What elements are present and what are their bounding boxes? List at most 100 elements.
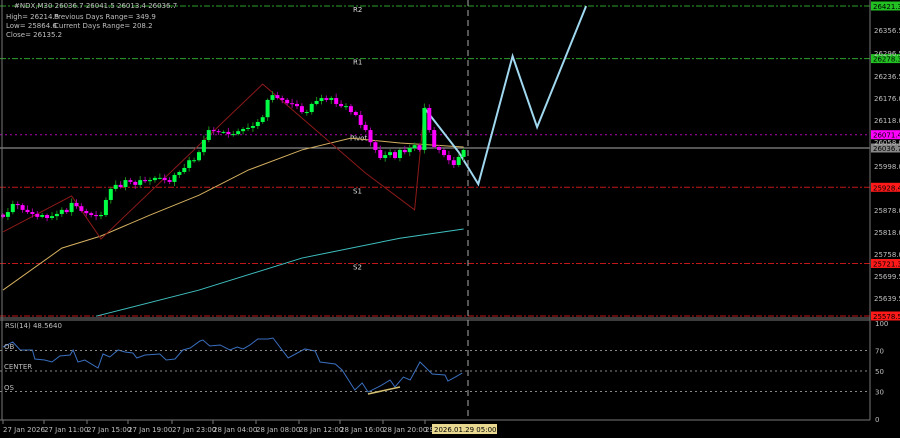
candle-body bbox=[358, 114, 363, 125]
candle-body bbox=[123, 180, 128, 188]
candle-body bbox=[177, 171, 182, 175]
trading-chart: 26421.3 R2 26278.3 R1 26071.4 Pivot 25928.4 S1 2… bbox=[0, 0, 900, 438]
candle-body bbox=[192, 160, 197, 162]
candle-body bbox=[211, 130, 216, 132]
candle-body bbox=[113, 184, 118, 189]
candle-body bbox=[94, 215, 99, 217]
candle-body bbox=[143, 180, 148, 182]
candle-body bbox=[295, 103, 299, 107]
candle-body bbox=[446, 155, 451, 161]
candle-body bbox=[5, 212, 10, 217]
candle-body bbox=[118, 184, 123, 188]
candle-body bbox=[162, 177, 167, 181]
cursor-time-label: 2026.01.29 05:00 bbox=[434, 426, 496, 434]
candle-body bbox=[270, 95, 275, 100]
candle-body bbox=[108, 188, 113, 200]
high-label: High= 26214.5 bbox=[6, 13, 59, 21]
price-tag-text: 25928.4 bbox=[873, 184, 900, 192]
y-tick-label: 25758.0 bbox=[874, 251, 900, 259]
y-tick-label: 25998.0 bbox=[874, 163, 900, 171]
candle-body bbox=[383, 155, 388, 159]
candle-body bbox=[324, 98, 329, 100]
candle-body bbox=[40, 215, 45, 217]
candle-body bbox=[20, 205, 25, 210]
close-label: Close= 26135.2 bbox=[6, 31, 62, 39]
candle-body bbox=[427, 107, 432, 131]
candle-body bbox=[260, 117, 265, 122]
candle-body bbox=[99, 215, 103, 217]
x-tick-label: 28 Jan 04:00 bbox=[213, 426, 257, 434]
candle-body bbox=[246, 127, 250, 129]
prev-range-label: Previous Days Range= 349.9 bbox=[54, 13, 156, 21]
x-tick-label: 28 Jan 12:00 bbox=[299, 426, 343, 434]
rsi-os-label: OS bbox=[4, 384, 15, 392]
candle-body bbox=[299, 106, 304, 113]
x-tick-label: 28 Jan 20:00 bbox=[383, 426, 427, 434]
candle-body bbox=[461, 149, 466, 157]
candle-body bbox=[187, 160, 192, 168]
candle-body bbox=[25, 209, 30, 213]
candle-body bbox=[89, 213, 94, 216]
candle-body bbox=[54, 213, 59, 217]
y-tick-label: 25699.5 bbox=[874, 273, 900, 281]
candle-body bbox=[344, 106, 348, 108]
candle-body bbox=[451, 160, 456, 166]
candle-body bbox=[275, 95, 280, 99]
y-tick-label: 25878.0 bbox=[874, 207, 900, 215]
candle-body bbox=[133, 181, 138, 185]
chart-canvas[interactable]: 26421.3R226278.3R126071.4Pivot25928.4S12… bbox=[0, 0, 900, 438]
rsi-tick-label: 0 bbox=[875, 416, 879, 424]
y-tick-label: 25639.5 bbox=[874, 295, 900, 303]
candle-body bbox=[412, 145, 417, 149]
level-label: S2 bbox=[353, 263, 362, 271]
x-tick-label: 27 Jan 2026 bbox=[3, 426, 46, 434]
candle-body bbox=[84, 210, 89, 214]
candle-body bbox=[226, 131, 231, 135]
candle-body bbox=[255, 121, 260, 127]
rsi-tick-label: 30 bbox=[875, 389, 884, 397]
candle-body bbox=[148, 180, 152, 182]
candle-body bbox=[30, 212, 35, 214]
candle-body bbox=[437, 146, 442, 150]
candle-body bbox=[388, 152, 393, 156]
candle-body bbox=[368, 130, 373, 143]
candle-body bbox=[407, 148, 412, 153]
y-tick-label: 26296.5 bbox=[874, 50, 900, 58]
candle-body bbox=[378, 149, 383, 159]
x-tick-label: 27 Jan 23:00 bbox=[172, 426, 216, 434]
candle-body bbox=[167, 180, 172, 182]
candle-body bbox=[45, 215, 50, 218]
y-tick-label: 26176.0 bbox=[874, 95, 900, 103]
candle-body bbox=[197, 152, 201, 161]
candle-body bbox=[265, 99, 270, 118]
candle-body bbox=[363, 124, 368, 131]
y-tick-label: 25818.0 bbox=[874, 229, 900, 237]
candle-body bbox=[250, 126, 255, 128]
candle-body bbox=[15, 203, 20, 206]
rsi-tick-label: 100 bbox=[875, 320, 888, 328]
candle-body bbox=[79, 206, 84, 211]
y-tick-label: 26058.0 bbox=[874, 139, 900, 147]
candle-body bbox=[35, 213, 40, 217]
candle-body bbox=[417, 145, 422, 150]
level-label: R2 bbox=[353, 6, 362, 14]
rsi-tick-label: 70 bbox=[875, 348, 884, 356]
candle-body bbox=[206, 130, 211, 140]
candle-body bbox=[103, 199, 108, 216]
candle-body bbox=[393, 152, 397, 159]
candle-body bbox=[397, 149, 402, 159]
candle-body bbox=[231, 134, 236, 136]
rsi-divergence-line bbox=[367, 386, 401, 395]
candle-body bbox=[373, 142, 378, 150]
y-tick-label: 26236.5 bbox=[874, 73, 900, 81]
rsi-center-label: CENTER bbox=[4, 363, 32, 371]
candle-body bbox=[442, 149, 446, 156]
y-tick-label: 26356.5 bbox=[874, 27, 900, 35]
price-tag-text: 25721.3 bbox=[873, 260, 900, 268]
x-tick-label: 27 Jan 15:00 bbox=[87, 426, 131, 434]
x-tick-label: 27 Jan 11:00 bbox=[44, 426, 88, 434]
candle-body bbox=[216, 131, 221, 133]
candle-body bbox=[74, 202, 79, 207]
x-tick-label: 27 Jan 19:00 bbox=[128, 426, 172, 434]
candle-body bbox=[182, 167, 187, 172]
